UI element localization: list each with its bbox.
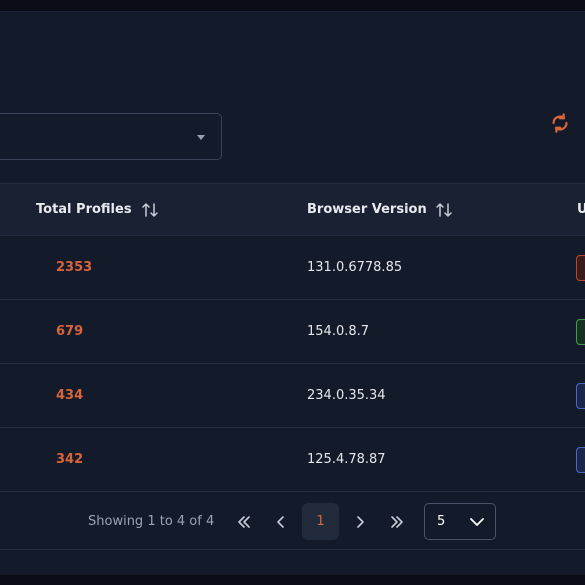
total-profiles-cell: 2353 [56, 260, 93, 275]
total-profiles-cell: 679 [56, 324, 84, 339]
refresh-icon[interactable] [549, 112, 571, 134]
bottom-bar [0, 575, 585, 585]
status-badge [576, 383, 585, 409]
chevron-left-icon[interactable] [271, 512, 291, 532]
total-profiles-cell: 434 [56, 388, 84, 403]
column-header-truncated[interactable]: U [577, 184, 585, 235]
page-size-value: 5 [437, 514, 446, 529]
status-badge [576, 447, 585, 473]
sort-arrows-icon[interactable] [435, 201, 453, 219]
status-badge [576, 255, 585, 281]
chevron-down-icon [470, 518, 484, 526]
browser-version-cell: 234.0.35.34 [307, 388, 386, 403]
double-chevron-left-icon[interactable] [234, 512, 254, 532]
column-header-browser-version[interactable]: Browser Version [307, 184, 427, 235]
total-profiles-cell: 342 [56, 452, 84, 467]
column-header-label: Total Profiles [36, 202, 132, 217]
browser-version-cell: 131.0.6778.85 [307, 260, 403, 275]
showing-entries-text: Showing 1 to 4 of 4 [88, 514, 215, 529]
table-row[interactable]: 434 234.0.35.34 [0, 364, 585, 428]
page-size-select[interactable]: 5 [424, 503, 496, 540]
browser-version-cell: 125.4.78.87 [307, 452, 386, 467]
column-header-label: U [577, 202, 585, 217]
chevron-right-icon[interactable] [350, 512, 370, 532]
top-bar [0, 0, 585, 12]
page-button-current[interactable]: 1 [302, 503, 339, 540]
double-chevron-right-icon[interactable] [387, 512, 407, 532]
table-row[interactable]: 679 154.0.8.7 [0, 300, 585, 364]
caret-down-icon [197, 135, 205, 140]
table-row[interactable]: 342 125.4.78.87 [0, 428, 585, 492]
table-header: Total Profiles Browser Version U [0, 183, 585, 236]
status-badge [576, 319, 585, 345]
column-header-label: Browser Version [307, 202, 427, 217]
browser-version-cell: 154.0.8.7 [307, 324, 370, 339]
filter-select[interactable] [0, 113, 222, 160]
sort-arrows-icon[interactable] [141, 201, 159, 219]
pagination: Showing 1 to 4 of 4 1 5 [0, 493, 585, 550]
table-row[interactable]: 2353 131.0.6778.85 [0, 236, 585, 300]
column-header-total-profiles[interactable]: Total Profiles [36, 184, 132, 235]
